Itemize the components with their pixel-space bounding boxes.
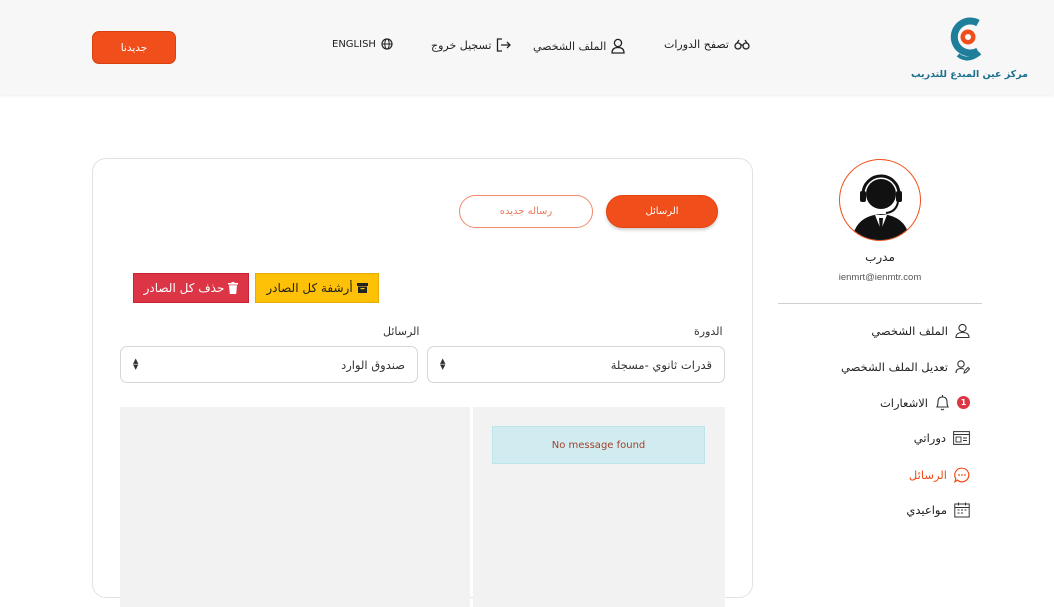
sidebar-item-label: مواعيدي — [906, 503, 947, 517]
archive-icon — [356, 283, 368, 293]
messages-card: الرسائل رساله جديده أرشفة كل الصادر حذف … — [92, 158, 753, 607]
sidebar-item-edit-profile[interactable]: تعديل الملف الشخصي — [841, 359, 970, 374]
message-list-panel: No message found — [473, 407, 725, 607]
archive-all-outgoing-button[interactable]: أرشفة كل الصادر — [255, 273, 379, 303]
user-icon — [611, 38, 625, 54]
profile-sidebar: مدرب ienmrt@ienmtr.com الملف الشخصي تعدي… — [776, 158, 984, 538]
logo-text: مركز عين المبدع للتدريب — [910, 69, 1028, 80]
chat-icon — [954, 467, 970, 483]
nav-language[interactable]: ENGLISH — [332, 38, 393, 50]
mailbox-select[interactable]: صندوق الوارد ▲ ▼ — [120, 346, 418, 383]
user-icon — [955, 323, 970, 338]
sidebar-item-appointments[interactable]: مواعيدي — [906, 502, 970, 518]
tab-messages[interactable]: الرسائل — [606, 195, 718, 228]
calendar-icon — [954, 502, 970, 518]
sidebar-divider — [778, 303, 982, 304]
archive-all-label: أرشفة كل الصادر — [266, 281, 353, 295]
nav-profile[interactable]: الملف الشخصي — [533, 38, 625, 54]
logo-mark-icon — [950, 17, 982, 61]
nav-browse-courses[interactable]: تصفح الدورات — [664, 38, 750, 51]
user-email: ienmrt@ienmtr.com — [838, 272, 922, 283]
nav-logout[interactable]: تسجيل خروج — [431, 38, 512, 52]
support-agent-icon — [852, 174, 910, 240]
logout-icon — [497, 38, 512, 52]
sidebar-item-profile[interactable]: الملف الشخصي — [871, 323, 970, 338]
user-edit-icon — [955, 360, 970, 374]
user-name: مدرب — [865, 250, 895, 264]
sidebar-item-label: تعديل الملف الشخصي — [840, 359, 948, 374]
course-filter-label: الدورة — [694, 325, 723, 338]
globe-icon — [381, 38, 393, 50]
delete-all-label: حذف كل الصادر — [143, 281, 225, 295]
binoculars-icon — [734, 39, 750, 50]
course-select-value: قدرات ثانوي -مسجلة — [610, 357, 712, 372]
select-arrows-icon: ▲ ▼ — [133, 357, 139, 371]
delete-all-outgoing-button[interactable]: حذف كل الصادر — [133, 273, 249, 303]
mailbox-select-value: صندوق الوارد — [341, 357, 405, 372]
sidebar-item-label: الاشعارات — [879, 395, 928, 410]
tab-new-message[interactable]: رساله جديده — [459, 195, 593, 228]
top-navbar: مركز عين المبدع للتدريب تصفح الدورات الم… — [0, 0, 1054, 95]
message-view-panel — [120, 407, 470, 607]
sidebar-item-label: الملف الشخصي — [871, 323, 948, 338]
course-select[interactable]: قدرات ثانوي -مسجلة ▲ ▼ — [427, 346, 725, 383]
nav-logout-label: تسجيل خروج — [431, 38, 492, 52]
avatar — [839, 159, 921, 241]
select-arrows-icon: ▲ ▼ — [440, 357, 446, 371]
nav-language-label: ENGLISH — [332, 38, 376, 50]
sidebar-item-label: دوراتي — [913, 431, 946, 445]
messages-filter-label: الرسائل — [383, 325, 420, 338]
notification-count-badge: 1 — [957, 396, 970, 409]
courses-icon — [953, 431, 970, 445]
sidebar-item-notifications[interactable]: 1 الاشعارات — [880, 394, 970, 411]
sidebar-item-messages[interactable]: الرسائل — [909, 467, 970, 483]
nav-profile-label: الملف الشخصي — [533, 39, 607, 53]
sidebar-item-my-courses[interactable]: دوراتي — [914, 431, 970, 445]
nav-browse-courses-label: تصفح الدورات — [664, 38, 729, 51]
site-logo[interactable]: مركز عين المبدع للتدريب — [878, 17, 1028, 83]
bell-icon — [936, 395, 949, 411]
trash-icon — [228, 282, 239, 294]
sidebar-item-label: الرسائل — [908, 468, 947, 482]
whats-new-button[interactable]: جديدنا — [92, 31, 176, 64]
empty-messages-alert: No message found — [492, 426, 705, 464]
